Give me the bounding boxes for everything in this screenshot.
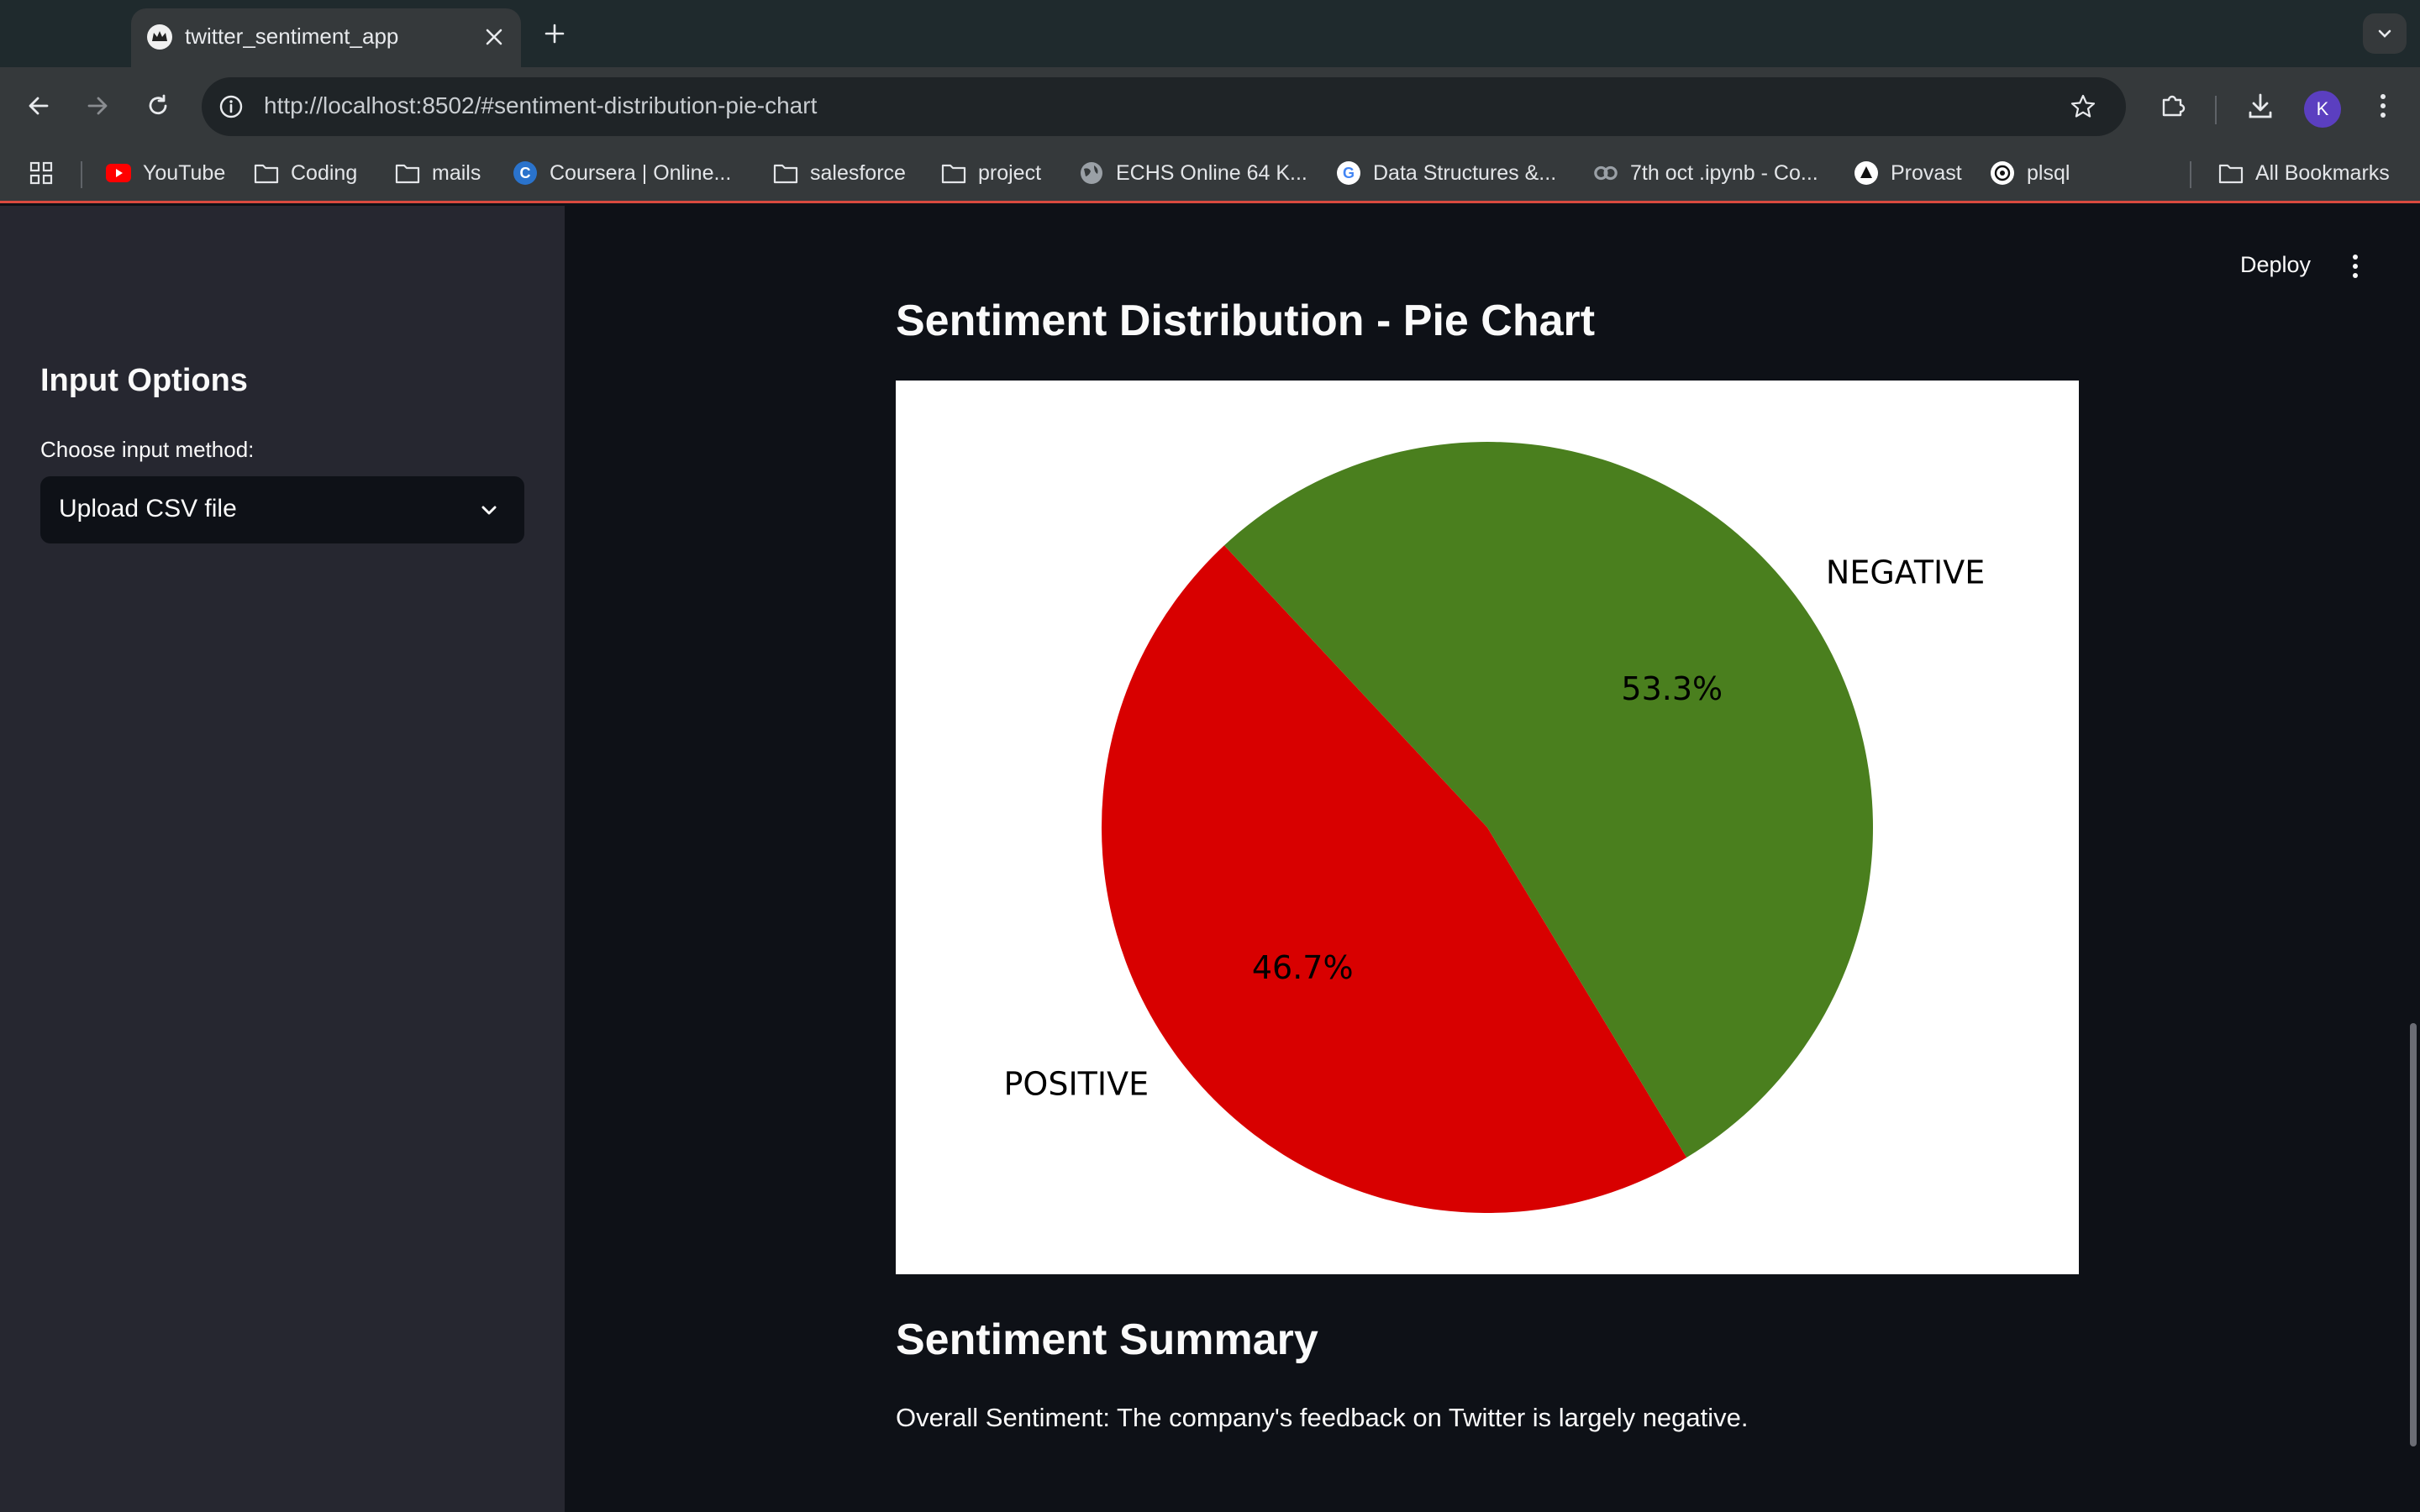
google-icon: G bbox=[1336, 160, 1361, 186]
bookmark-plsql[interactable]: plsql bbox=[1990, 156, 2070, 190]
input-method-value: Upload CSV file bbox=[59, 495, 237, 522]
bookmark-label: YouTube bbox=[143, 160, 226, 185]
bookmarks-divider bbox=[2190, 161, 2191, 188]
bookmark-label: 7th oct .ipynb - Co... bbox=[1630, 160, 1818, 185]
bookmark-star-icon[interactable] bbox=[2065, 89, 2101, 124]
tab-search-chevron-icon[interactable] bbox=[2363, 13, 2407, 54]
pie-percent-label: 46.7% bbox=[1252, 949, 1354, 986]
bookmark-provast[interactable]: Provast bbox=[1854, 156, 1962, 190]
toolbar-divider bbox=[2215, 96, 2217, 124]
folder-icon bbox=[254, 160, 279, 186]
bookmark-coding[interactable]: Coding bbox=[254, 156, 357, 190]
bookmark-label: salesforce bbox=[810, 160, 906, 185]
all-bookmarks-label: All Bookmarks bbox=[2255, 160, 2390, 185]
pie-category-label: POSITIVE bbox=[1004, 1065, 1150, 1102]
streamlit-crown-icon bbox=[146, 24, 173, 50]
deploy-button[interactable]: Deploy bbox=[2225, 244, 2326, 286]
app-menu-kebab-icon[interactable] bbox=[2336, 245, 2375, 287]
coursera-icon: C bbox=[513, 160, 538, 186]
bookmark-label: project bbox=[978, 160, 1042, 185]
url-text: http://localhost:8502/#sentiment-distrib… bbox=[264, 92, 818, 118]
input-method-label: Choose input method: bbox=[40, 437, 255, 462]
pie-category-label: NEGATIVE bbox=[1826, 554, 1985, 591]
globe-icon bbox=[1079, 160, 1104, 186]
pie-percent-label: 53.3% bbox=[1621, 670, 1723, 707]
bookmark-label: Coursera | Online... bbox=[550, 160, 732, 185]
chevron-down-icon bbox=[476, 496, 502, 523]
svg-text:G: G bbox=[1343, 165, 1355, 181]
new-tab-icon[interactable] bbox=[538, 17, 571, 50]
provast-icon bbox=[1854, 160, 1879, 186]
folder-icon bbox=[941, 160, 966, 186]
pie-chart: 46.7% POSITIVE 53.3% NEGATIVE bbox=[896, 381, 2079, 1274]
colab-icon bbox=[1593, 160, 1618, 186]
summary-heading: Sentiment Summary bbox=[896, 1315, 1318, 1364]
forward-arrow-icon[interactable] bbox=[77, 86, 118, 126]
downloads-icon[interactable] bbox=[2240, 86, 2281, 126]
bookmark-colab[interactable]: 7th oct .ipynb - Co... bbox=[1593, 156, 1818, 190]
bookmark-data-structures[interactable]: G Data Structures &... bbox=[1336, 156, 1556, 190]
sidebar-title: Input Options bbox=[40, 363, 248, 398]
bookmark-project[interactable]: project bbox=[941, 156, 1041, 190]
bookmark-label: ECHS Online 64 K... bbox=[1116, 160, 1307, 185]
browser-tab[interactable]: twitter_sentiment_app bbox=[131, 8, 521, 67]
folder-icon bbox=[773, 160, 798, 186]
browser-toolbar: http://localhost:8502/#sentiment-distrib… bbox=[0, 67, 2420, 144]
bookmarks-divider bbox=[81, 161, 82, 188]
bookmark-youtube[interactable]: YouTube bbox=[106, 156, 225, 190]
summary-text: Overall Sentiment: The company's feedbac… bbox=[896, 1403, 1749, 1432]
bookmark-label: plsql bbox=[2027, 160, 2070, 185]
bookmark-echs[interactable]: ECHS Online 64 K... bbox=[1079, 156, 1307, 190]
bookmark-label: mails bbox=[432, 160, 481, 185]
reload-icon[interactable] bbox=[138, 86, 178, 126]
bookmark-label: Provast bbox=[1891, 160, 1962, 185]
page-scrollbar[interactable] bbox=[2410, 1023, 2417, 1446]
app-sidebar: Input Options Choose input method: Uploa… bbox=[0, 206, 565, 1512]
back-arrow-icon[interactable] bbox=[18, 86, 59, 126]
bookmark-salesforce[interactable]: salesforce bbox=[773, 156, 906, 190]
bookmark-mails[interactable]: mails bbox=[395, 156, 481, 190]
site-info-icon[interactable] bbox=[213, 89, 249, 124]
browser-menu-kebab-icon[interactable] bbox=[2363, 86, 2403, 126]
bookmark-coursera[interactable]: C Coursera | Online... bbox=[513, 156, 731, 190]
input-method-select[interactable]: Upload CSV file bbox=[40, 476, 524, 543]
close-tab-icon[interactable] bbox=[477, 20, 511, 54]
openai-icon bbox=[1990, 160, 2015, 186]
browser-tab-strip: twitter_sentiment_app bbox=[0, 0, 2420, 67]
folder-icon bbox=[2218, 160, 2244, 186]
bookmark-label: Coding bbox=[291, 160, 358, 185]
all-bookmarks[interactable]: All Bookmarks bbox=[2218, 156, 2390, 190]
bookmark-label: Data Structures &... bbox=[1373, 160, 1557, 185]
tab-title: twitter_sentiment_app bbox=[185, 24, 399, 49]
pie-chart-svg: 46.7% POSITIVE 53.3% NEGATIVE bbox=[1004, 442, 1985, 1214]
bookmarks-bar: YouTube Coding mails C Coursera | Online… bbox=[0, 144, 2420, 203]
pie-chart-heading: Sentiment Distribution - Pie Chart bbox=[896, 297, 1596, 345]
apps-grid-icon[interactable] bbox=[29, 156, 54, 190]
profile-avatar[interactable]: K bbox=[2304, 91, 2341, 128]
youtube-icon bbox=[106, 160, 131, 186]
folder-icon bbox=[395, 160, 420, 186]
extensions-puzzle-icon[interactable] bbox=[2153, 86, 2193, 126]
svg-text:C: C bbox=[520, 165, 531, 181]
address-bar[interactable]: http://localhost:8502/#sentiment-distrib… bbox=[202, 77, 2126, 136]
